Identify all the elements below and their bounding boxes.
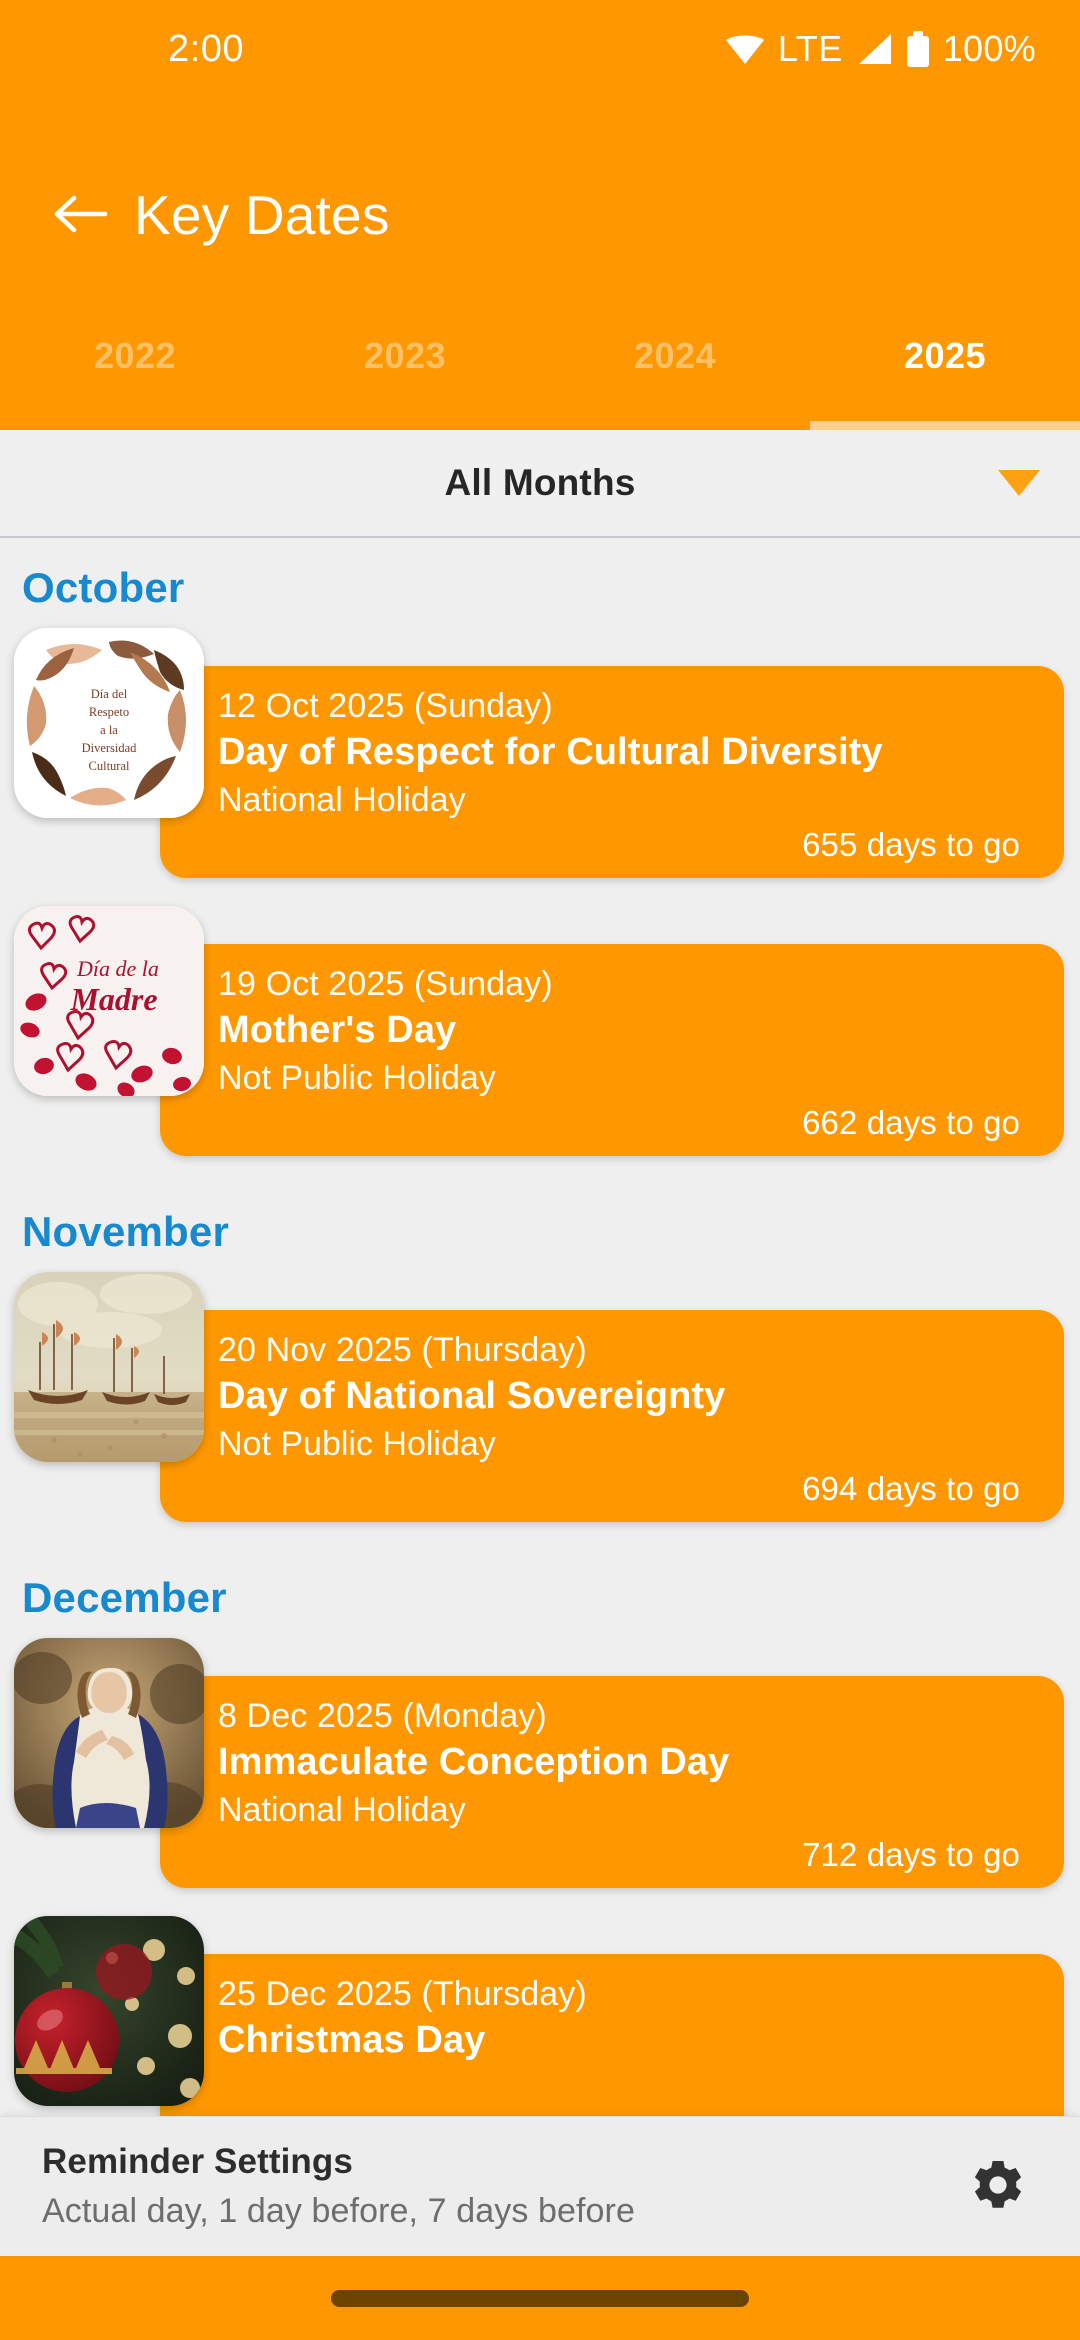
signal-icon (857, 33, 893, 65)
event-name: Day of Respect for Cultural Diversity (218, 731, 883, 774)
month-header-december: December (22, 1574, 227, 1621)
tab-label: 2023 (363, 335, 447, 376)
immaculate-conception-painting-thumbnail (14, 1638, 204, 1828)
event-name: Immaculate Conception Day (218, 1741, 730, 1784)
svg-text:Cultural: Cultural (89, 759, 130, 773)
event-countdown: 712 days to go (802, 1836, 1020, 1873)
event-name: Mother's Day (218, 1009, 457, 1052)
dia-del-respeto-diversidad-cultural-thumbnail: Día del Respeto a la Diversidad Cultural (14, 628, 204, 818)
status-indicators: LTE 100% (725, 28, 1036, 69)
tab-2023[interactable]: 2023 (270, 320, 540, 430)
wifi-icon (725, 34, 764, 64)
svg-text:a la: a la (100, 723, 118, 737)
home-gesture-pill[interactable] (331, 2289, 749, 2307)
event-date: 19 Oct 2025 (Sunday) (218, 965, 553, 1003)
event-date: 12 Oct 2025 (Sunday) (218, 687, 553, 725)
event-row[interactable]: 25 Dec 2025 (Thursday) Christmas Day (0, 1916, 1080, 2140)
event-row[interactable]: 20 Nov 2025 (Thursday) Day of National S… (0, 1272, 1080, 1546)
christmas-ornament-thumbnail (14, 1916, 204, 2106)
event-name: Christmas Day (218, 2019, 486, 2062)
month-header-october: October (22, 564, 185, 611)
status-bar: 2:00 LTE 100% (0, 0, 1080, 98)
back-button[interactable] (32, 167, 128, 263)
tab-label: 2025 (903, 335, 987, 376)
event-type: National Holiday (218, 780, 466, 819)
event-date: 20 Nov 2025 (Thursday) (218, 1331, 587, 1369)
tab-2022[interactable]: 2022 (0, 320, 270, 430)
event-type: Not Public Holiday (218, 1058, 496, 1097)
year-tab-bar: 2022 2023 2024 2025 (0, 320, 1080, 430)
event-countdown: 694 days to go (802, 1470, 1020, 1507)
naval-battle-painting-thumbnail (14, 1272, 204, 1462)
arrow-left-icon (52, 191, 108, 240)
tab-2024[interactable]: 2024 (540, 320, 810, 430)
battery-percent-label: 100% (942, 28, 1036, 69)
reminder-settings-bar[interactable]: Reminder Settings Actual day, 1 day befo… (0, 2116, 1080, 2256)
gear-icon (970, 2157, 1026, 2216)
svg-text:Día de la: Día de la (76, 956, 159, 981)
tab-2025[interactable]: 2025 (810, 320, 1080, 430)
event-card[interactable]: 8 Dec 2025 (Monday) Immaculate Conceptio… (160, 1676, 1064, 1888)
event-card[interactable]: 19 Oct 2025 (Sunday) Mother's Day Not Pu… (160, 944, 1064, 1156)
tab-label: 2024 (633, 335, 717, 376)
status-time: 2:00 (168, 28, 244, 70)
chevron-down-icon (998, 470, 1040, 496)
reminder-settings-texts: Reminder Settings Actual day, 1 day befo… (42, 2141, 952, 2232)
event-card[interactable]: 12 Oct 2025 (Sunday) Day of Respect for … (160, 666, 1064, 878)
dia-de-la-madre-thumbnail: Día de la Madre (14, 906, 204, 1096)
key-dates-screen: 2:00 LTE 100% Key Dates 2022 2023 2024 2… (0, 0, 1080, 2340)
app-bar: Key Dates (0, 160, 1080, 270)
app-header: 2:00 LTE 100% Key Dates 2022 2023 2024 2… (0, 0, 1080, 430)
month-filter-dropdown[interactable]: All Months (0, 430, 1080, 538)
event-row[interactable]: Día de la Madre 19 Oct 2025 (Sunday) Mot… (0, 906, 1080, 1180)
month-header-november: November (22, 1208, 230, 1255)
reminder-settings-subtitle: Actual day, 1 day before, 7 days before (42, 2191, 635, 2230)
system-navigation-bar (0, 2256, 1080, 2340)
event-type: National Holiday (218, 1790, 466, 1829)
event-date: 25 Dec 2025 (Thursday) (218, 1975, 587, 2013)
event-countdown: 655 days to go (802, 826, 1020, 863)
event-type: Not Public Holiday (218, 1424, 496, 1463)
svg-text:Día del: Día del (91, 687, 128, 701)
event-countdown: 662 days to go (802, 1104, 1020, 1141)
svg-text:Diversidad: Diversidad (82, 741, 138, 755)
reminder-settings-title: Reminder Settings (42, 2141, 353, 2181)
event-row[interactable]: Día del Respeto a la Diversidad Cultural… (0, 628, 1080, 902)
tab-label: 2022 (93, 335, 177, 376)
network-type-label: LTE (777, 28, 843, 69)
svg-text:Respeto: Respeto (89, 705, 129, 719)
event-card[interactable]: 25 Dec 2025 (Thursday) Christmas Day (160, 1954, 1064, 2140)
event-row[interactable]: 8 Dec 2025 (Monday) Immaculate Conceptio… (0, 1638, 1080, 1912)
reminder-settings-button[interactable] (952, 2141, 1044, 2233)
event-name: Day of National Sovereignty (218, 1375, 726, 1418)
events-list[interactable]: October Día del Respeto a la Diversidad … (0, 540, 1080, 2140)
page-title: Key Dates (134, 183, 390, 246)
month-filter-label: All Months (444, 462, 636, 503)
svg-text:Madre: Madre (69, 981, 157, 1017)
event-card[interactable]: 20 Nov 2025 (Thursday) Day of National S… (160, 1310, 1064, 1522)
battery-icon (906, 31, 929, 67)
event-date: 8 Dec 2025 (Monday) (218, 1697, 547, 1735)
